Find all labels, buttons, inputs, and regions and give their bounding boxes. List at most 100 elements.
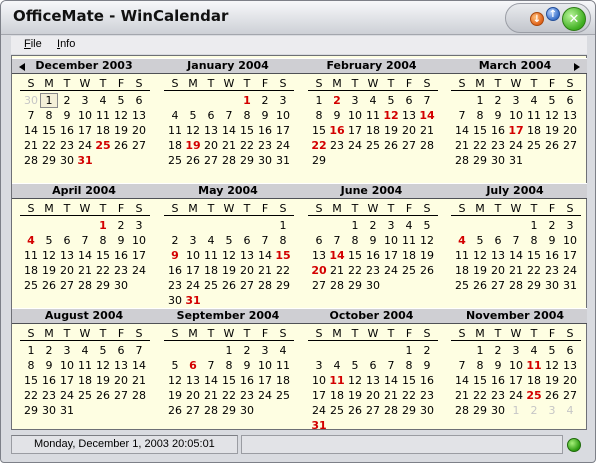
day-cell[interactable]: 8 xyxy=(40,108,58,123)
day-cell[interactable]: 24 xyxy=(507,138,525,153)
day-cell[interactable]: 30 xyxy=(238,403,256,418)
day-cell[interactable]: 21 xyxy=(328,263,346,278)
minimize-icon[interactable]: ↓ xyxy=(530,12,544,26)
day-cell[interactable]: 4 xyxy=(274,343,292,358)
day-cell[interactable]: 17 xyxy=(561,248,579,263)
day-cell[interactable]: 16 xyxy=(40,373,58,388)
day-cell[interactable]: 26 xyxy=(471,278,489,293)
day-cell[interactable]: 10 xyxy=(382,233,400,248)
day-cell[interactable]: 3 xyxy=(561,218,579,233)
day-cell[interactable]: 3 xyxy=(346,93,364,108)
title-bar[interactable]: OfficeMate - WinCalendar ↓ ↑ ✕ xyxy=(1,1,595,35)
day-cell[interactable]: 17 xyxy=(346,123,364,138)
day-cell[interactable]: 10 xyxy=(76,108,94,123)
day-cell[interactable]: 30 xyxy=(166,293,184,308)
day-cell[interactable]: 14 xyxy=(507,248,525,263)
day-cell[interactable]: 29 xyxy=(400,403,418,418)
day-cell[interactable]: 2 xyxy=(58,93,76,108)
day-cell[interactable]: 15 xyxy=(525,248,543,263)
day-cell[interactable]: 19 xyxy=(382,123,400,138)
day-cell[interactable]: 19 xyxy=(543,373,561,388)
day-cell[interactable]: 27 xyxy=(561,138,579,153)
day-cell[interactable]: 28 xyxy=(220,153,238,168)
day-cell[interactable]: 14 xyxy=(453,373,471,388)
day-cell[interactable]: 11 xyxy=(22,248,40,263)
day-cell[interactable]: 28 xyxy=(76,278,94,293)
menu-info[interactable]: Info xyxy=(57,38,75,50)
day-cell[interactable]: 10 xyxy=(184,248,202,263)
day-cell[interactable]: 20 xyxy=(310,263,328,278)
triangle-right-icon[interactable] xyxy=(574,63,580,71)
day-cell[interactable]: 6 xyxy=(489,233,507,248)
day-cell[interactable]: 2 xyxy=(256,93,274,108)
day-cell[interactable]: 22 xyxy=(471,388,489,403)
day-cell[interactable]: 17 xyxy=(382,248,400,263)
day-cell[interactable]: 16 xyxy=(489,373,507,388)
day-cell[interactable]: 22 xyxy=(94,263,112,278)
day-cell[interactable]: 18 xyxy=(453,263,471,278)
day-cell[interactable]: 9 xyxy=(543,233,561,248)
day-cell[interactable]: 23 xyxy=(364,263,382,278)
day-cell[interactable]: 7 xyxy=(220,108,238,123)
day-cell[interactable]: 5 xyxy=(184,108,202,123)
day-cell[interactable]: 27 xyxy=(58,278,76,293)
day-cell[interactable]: 15 xyxy=(94,248,112,263)
day-cell[interactable]: 1 xyxy=(22,343,40,358)
day-cell[interactable]: 25 xyxy=(364,138,382,153)
day-cell[interactable]: 9 xyxy=(489,358,507,373)
day-cell[interactable]: 2 xyxy=(489,343,507,358)
day-cell[interactable]: 3 xyxy=(58,343,76,358)
day-cell[interactable]: 18 xyxy=(166,138,184,153)
day-cell[interactable]: 6 xyxy=(561,343,579,358)
day-cell[interactable]: 28 xyxy=(382,403,400,418)
day-cell[interactable]: 2 xyxy=(166,233,184,248)
day-cell[interactable]: 20 xyxy=(561,373,579,388)
day-cell[interactable]: 13 xyxy=(58,248,76,263)
day-cell[interactable]: 5 xyxy=(40,233,58,248)
day-cell[interactable]: 21 xyxy=(382,388,400,403)
day-cell[interactable]: 16 xyxy=(543,248,561,263)
day-cell[interactable]: 22 xyxy=(400,388,418,403)
day-cell[interactable]: 19 xyxy=(184,138,202,153)
day-cell[interactable]: 13 xyxy=(489,248,507,263)
day-cell[interactable]: 3 xyxy=(310,358,328,373)
day-cell[interactable]: 13 xyxy=(561,108,579,123)
day-cell[interactable]: 6 xyxy=(561,93,579,108)
day-cell[interactable]: 29 xyxy=(220,403,238,418)
day-cell[interactable]: 12 xyxy=(94,358,112,373)
day-cell[interactable]: 8 xyxy=(310,108,328,123)
day-cell[interactable]: 30 xyxy=(418,403,436,418)
day-cell[interactable]: 8 xyxy=(220,358,238,373)
day-cell[interactable]: 25 xyxy=(94,138,112,153)
day-cell[interactable]: 30 xyxy=(489,403,507,418)
day-cell[interactable]: 5 xyxy=(418,218,436,233)
day-cell[interactable]: 12 xyxy=(418,233,436,248)
day-cell[interactable]: 4 xyxy=(22,233,40,248)
day-cell[interactable]: 30 xyxy=(58,153,76,168)
day-cell[interactable]: 4 xyxy=(166,108,184,123)
day-cell[interactable]: 14 xyxy=(382,373,400,388)
day-cell[interactable]: 26 xyxy=(418,263,436,278)
day-cell[interactable]: 14 xyxy=(22,123,40,138)
day-cell[interactable]: 10 xyxy=(256,358,274,373)
day-cell[interactable]: 4 xyxy=(364,93,382,108)
day-cell[interactable]: 24 xyxy=(507,388,525,403)
day-cell[interactable]: 2 xyxy=(112,218,130,233)
day-cell[interactable]: 16 xyxy=(256,123,274,138)
day-cell[interactable]: 4 xyxy=(328,358,346,373)
day-cell[interactable]: 1 xyxy=(238,93,256,108)
day-cell[interactable]: 23 xyxy=(328,138,346,153)
day-cell[interactable]: 26 xyxy=(346,403,364,418)
day-cell[interactable]: 12 xyxy=(112,108,130,123)
day-cell[interactable]: 16 xyxy=(238,373,256,388)
day-cell[interactable]: 4 xyxy=(400,218,418,233)
day-cell[interactable]: 7 xyxy=(328,233,346,248)
day-cell[interactable]: 21 xyxy=(418,123,436,138)
day-cell[interactable]: 26 xyxy=(543,388,561,403)
day-cell[interactable]: 20 xyxy=(364,388,382,403)
day-cell[interactable]: 23 xyxy=(112,263,130,278)
day-cell[interactable]: 14 xyxy=(220,123,238,138)
day-cell[interactable]: 28 xyxy=(22,153,40,168)
day-cell[interactable]: 4 xyxy=(525,93,543,108)
day-cell[interactable]: 23 xyxy=(418,388,436,403)
